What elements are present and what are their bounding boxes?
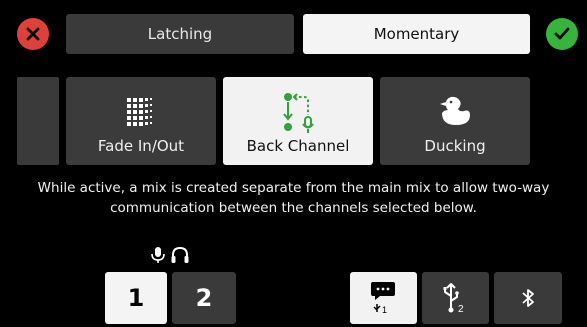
partial-tile[interactable] [17,77,59,165]
function-tile-back-channel[interactable]: Back Channel [223,77,373,165]
mode-latching-label: Latching [147,25,213,43]
grid-icon [127,98,152,126]
usb-icon: 2 [443,283,464,314]
function-label: Ducking [424,137,486,155]
duck-icon [440,96,470,125]
function-label: Back Channel [246,137,350,155]
function-tile-ducking[interactable]: Ducking [380,77,530,165]
input-chat-usb-button[interactable]: 1 [350,272,417,324]
channel-label: 1 [127,284,145,312]
close-icon [26,27,40,41]
chat-usb-icon: 1 [371,282,395,315]
input-usb-button[interactable]: 2 [422,272,489,324]
confirm-button[interactable] [546,18,578,50]
headphones-icon [171,246,189,263]
function-tile-fade[interactable]: Fade In/Out [66,77,216,165]
microphone-icon [151,247,165,263]
input-bluetooth-button[interactable] [494,272,562,324]
mode-momentary-label: Momentary [373,25,460,43]
channel-2-button[interactable]: 2 [172,272,236,324]
channel-1-button[interactable]: 1 [105,272,167,324]
channel-header-icons [150,245,192,265]
cancel-button[interactable] [17,18,49,50]
check-icon [554,27,570,40]
bluetooth-icon [522,289,534,307]
function-label: Fade In/Out [97,137,185,155]
channel-label: 2 [195,284,213,312]
back-channel-icon [283,93,314,133]
description-text: While active, a mix is created separate … [37,180,550,216]
input-sub-label: 2 [458,304,464,314]
mode-latching-button[interactable]: Latching [66,14,294,54]
input-sub-label: 1 [382,305,387,315]
mode-momentary-button[interactable]: Momentary [303,14,530,54]
